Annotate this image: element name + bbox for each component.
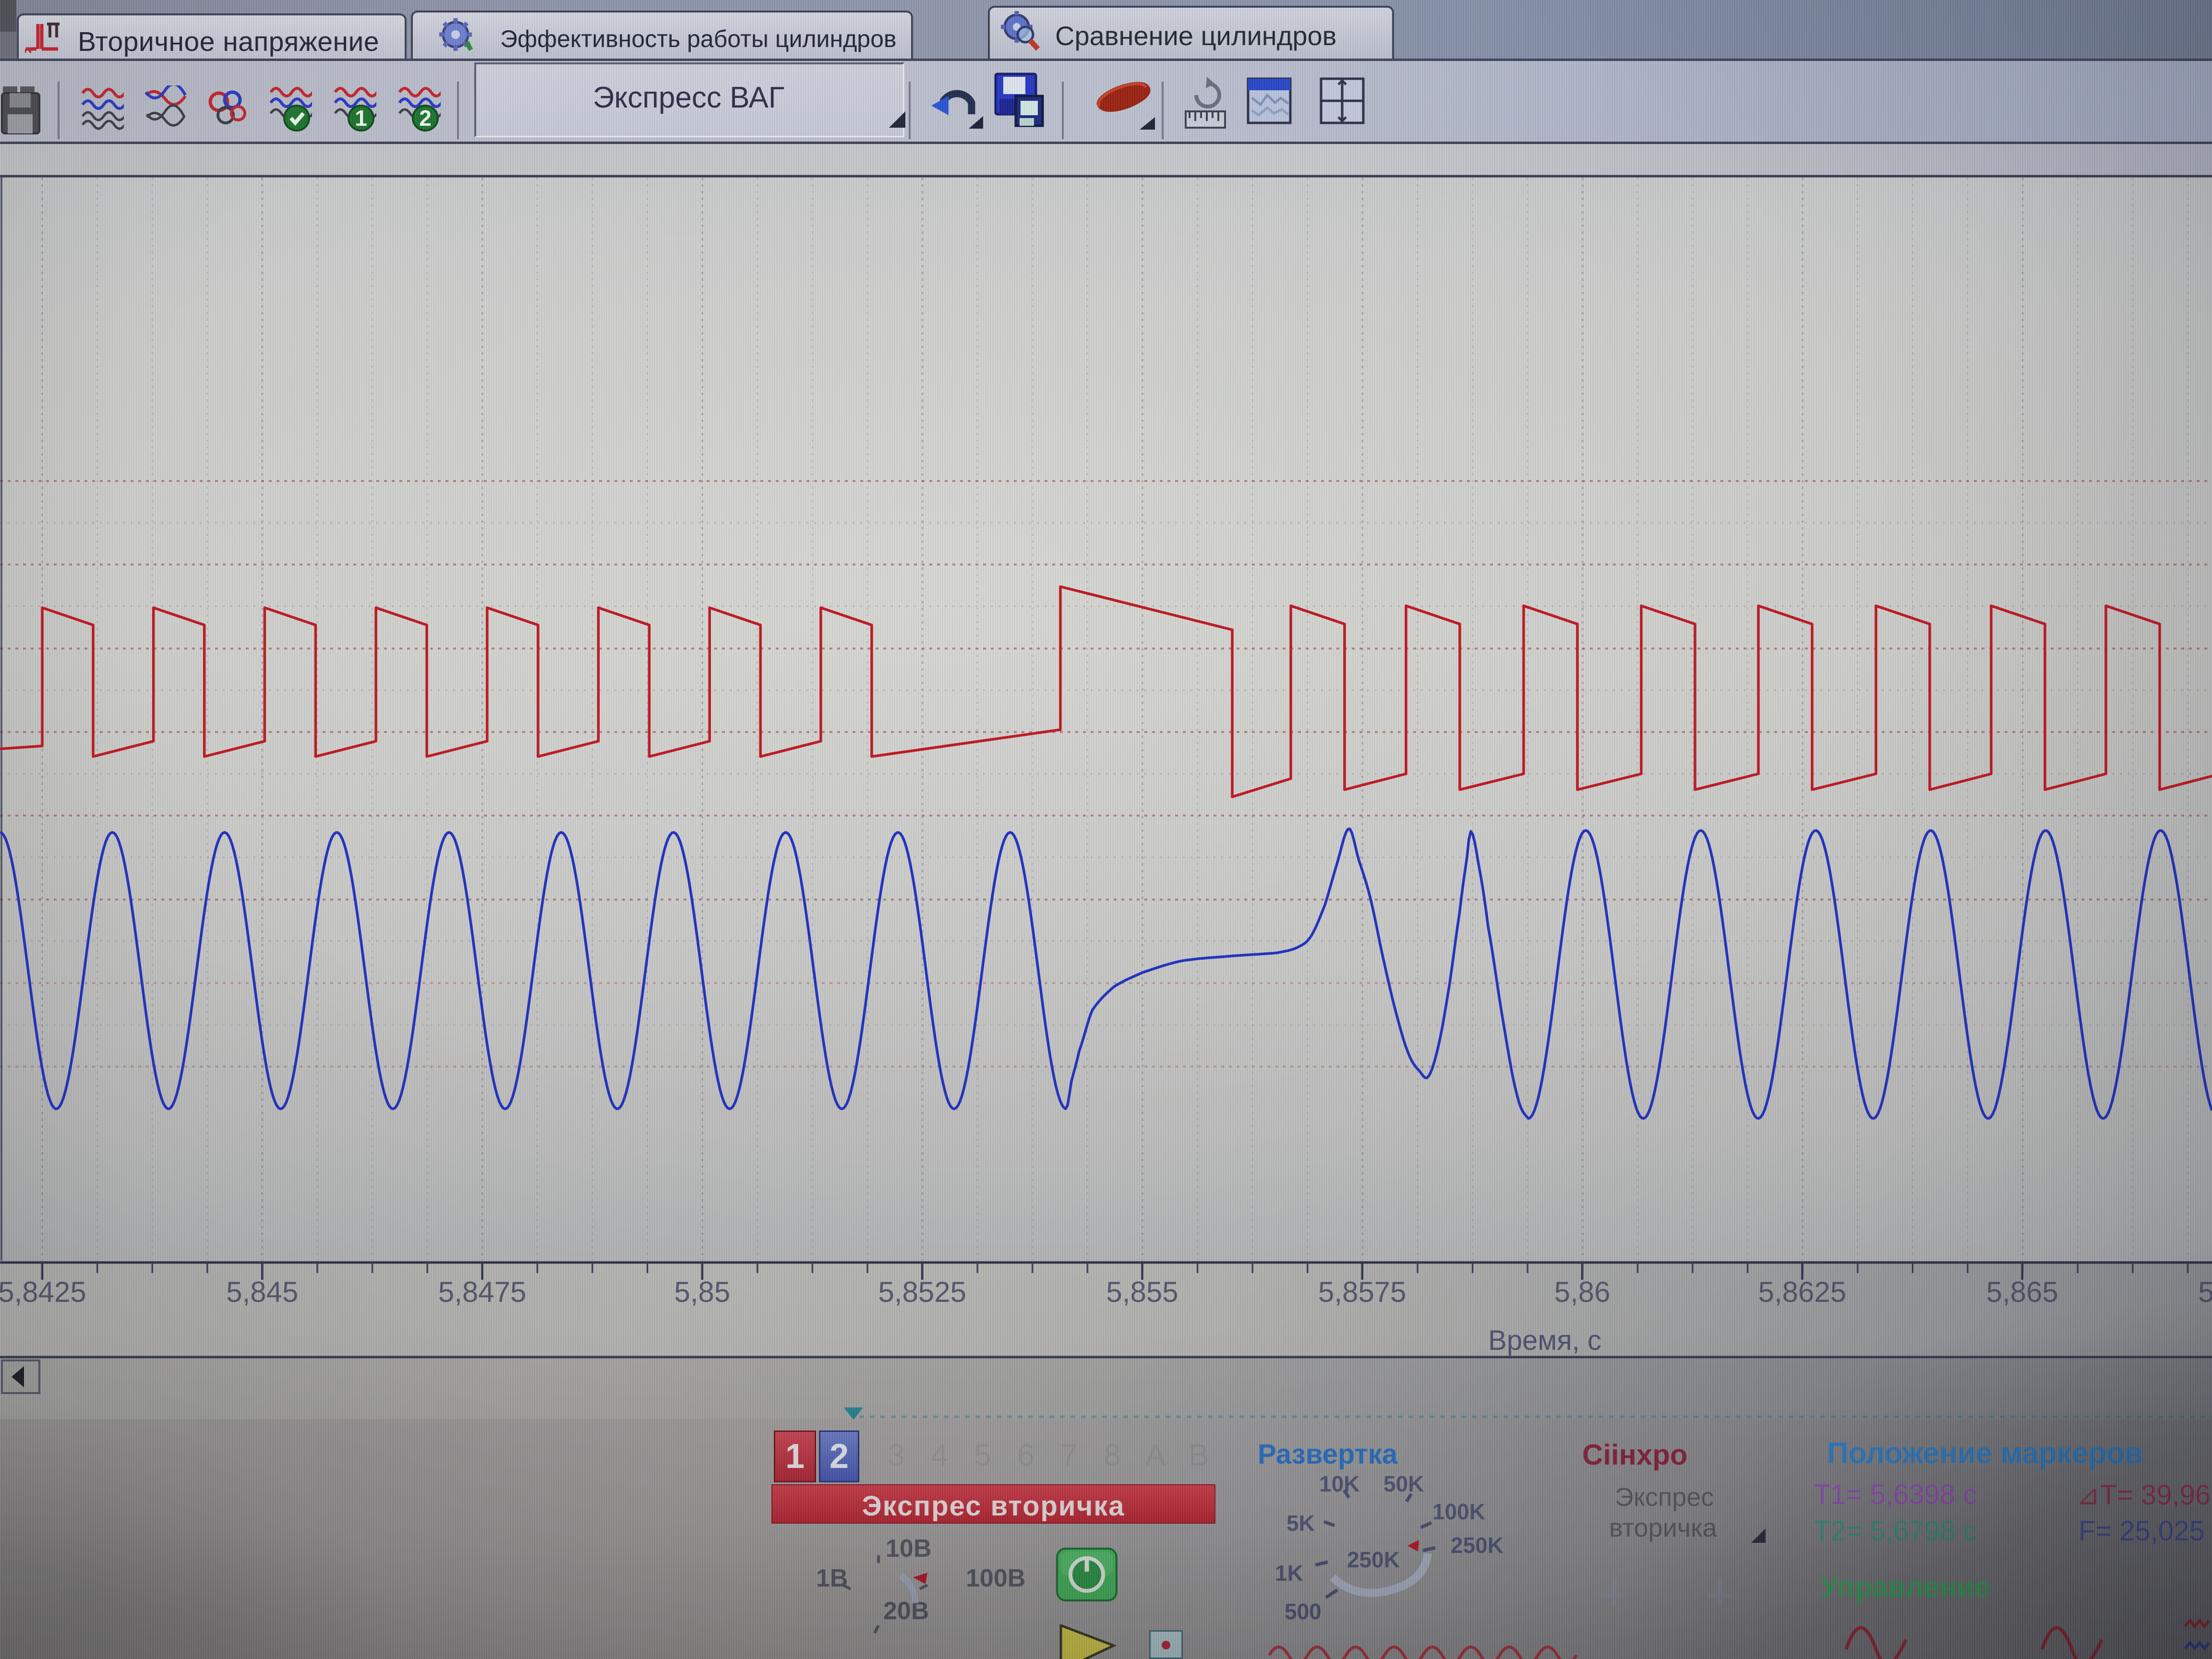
svg-text:2: 2 — [419, 106, 432, 131]
svg-text:5,8525: 5,8525 — [878, 1276, 966, 1308]
svg-text:5,8425: 5,8425 — [0, 1276, 86, 1308]
svg-text:5,86: 5,86 — [1554, 1276, 1611, 1308]
svg-text:5,8625: 5,8625 — [1758, 1276, 1847, 1308]
svg-text:5,855: 5,855 — [1106, 1276, 1178, 1308]
svg-text:5,865: 5,865 — [1986, 1276, 2058, 1308]
svg-text:5,85: 5,85 — [674, 1276, 731, 1308]
svg-text:1: 1 — [355, 106, 367, 131]
svg-text:5,8675: 5,8675 — [2198, 1276, 2212, 1308]
svg-text:5,8575: 5,8575 — [1318, 1276, 1407, 1308]
svg-text:5,8475: 5,8475 — [438, 1276, 527, 1308]
svg-text:5,845: 5,845 — [226, 1276, 298, 1308]
svg-text:Время, с: Время, с — [1488, 1325, 1601, 1356]
